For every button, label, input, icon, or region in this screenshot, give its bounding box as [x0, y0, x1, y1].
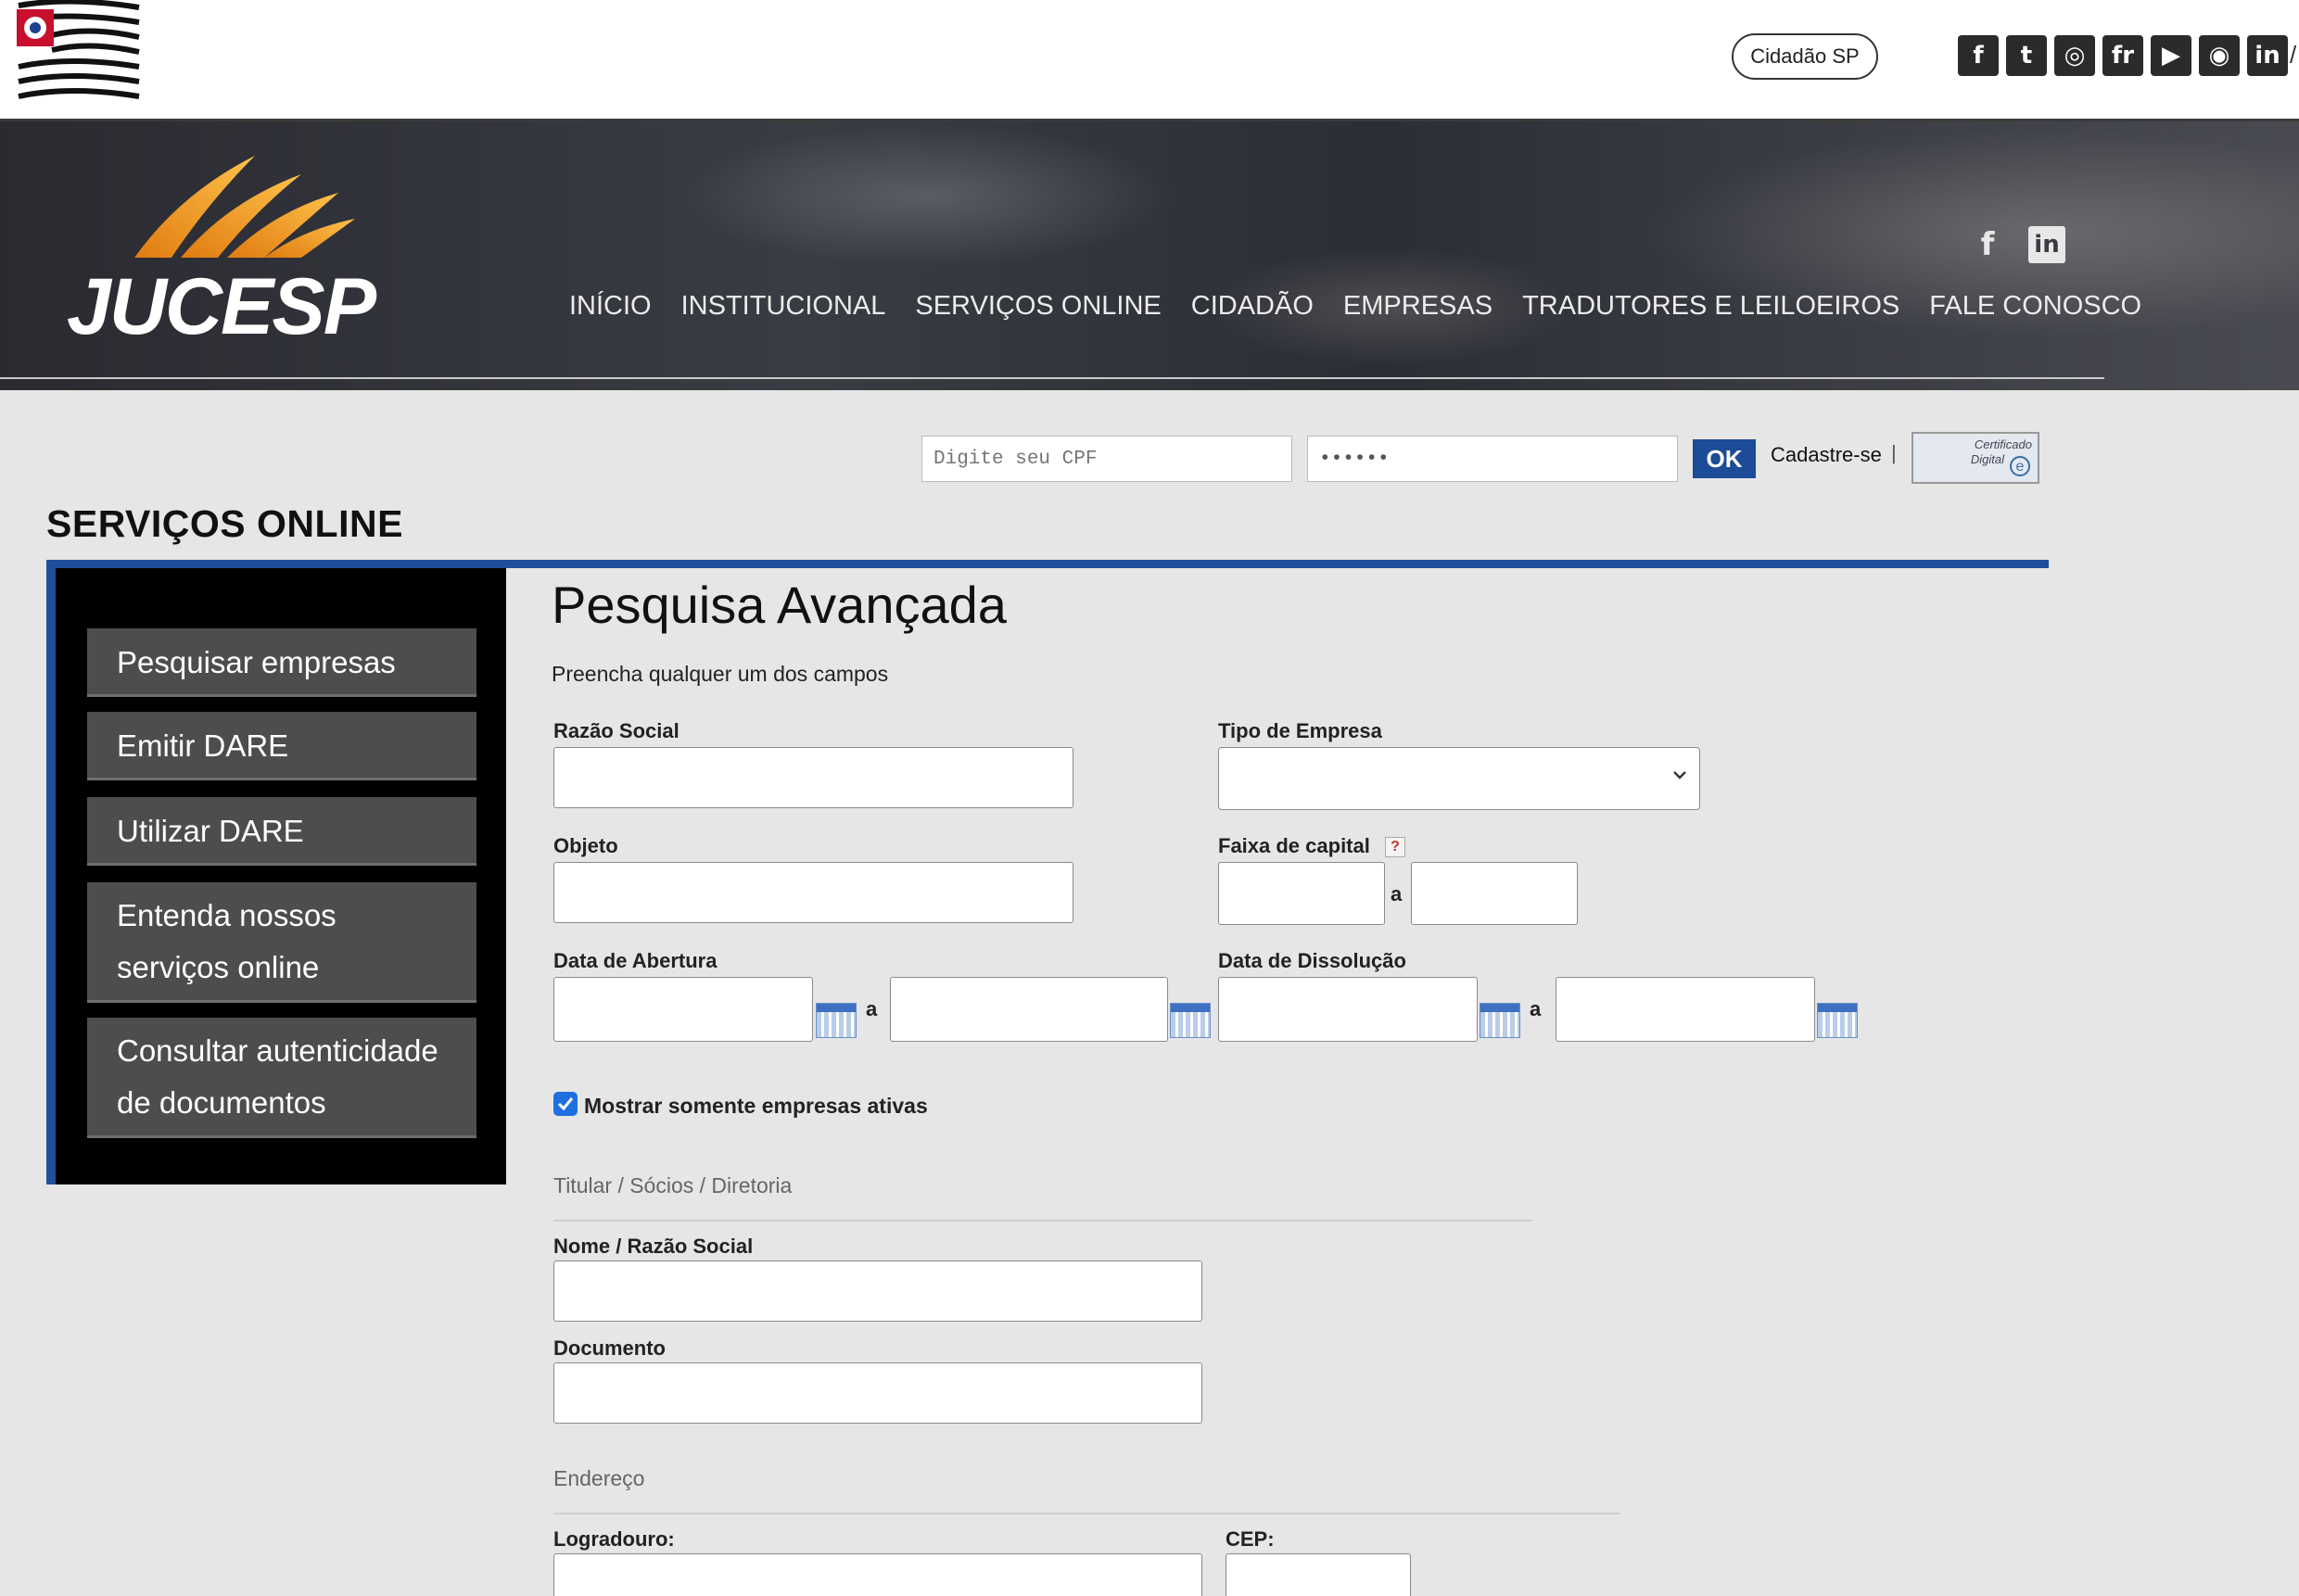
capital-max-input[interactable] [1411, 862, 1578, 925]
nav-tradutores-leiloeiros[interactable]: TRADUTORES E LEILOEIROS [1522, 291, 1899, 322]
instagram-icon[interactable]: ◎ [2054, 35, 2095, 76]
documento-label: Documento [553, 1336, 666, 1360]
section-title: SERVIÇOS ONLINE [46, 502, 403, 545]
cadastre-se-link[interactable]: Cadastre-se [1771, 443, 1882, 467]
somente-ativas-checkbox[interactable] [553, 1092, 578, 1116]
abertura-to-input[interactable] [890, 977, 1168, 1042]
chevron-down-icon [1673, 771, 1686, 779]
main-navigation: INÍCIO INSTITUCIONAL SERVIÇOS ONLINE CID… [569, 291, 2141, 322]
password-input[interactable] [1307, 436, 1678, 482]
cidadao-sp-button[interactable]: Cidadão SP [1732, 33, 1878, 80]
header-social-links: f in [1969, 226, 2065, 263]
linkedin-icon[interactable]: in [2028, 226, 2065, 263]
nav-fale-conosco[interactable]: FALE CONOSCO [1929, 291, 2141, 322]
calendar-icon[interactable] [816, 1003, 857, 1038]
sidebar-item-entenda-servicos[interactable]: Entenda nossos serviços online [87, 882, 476, 1003]
faixa-capital-label: Faixa de capital [1218, 834, 1370, 857]
nav-institucional[interactable]: INSTITUCIONAL [681, 291, 886, 322]
jucesp-logo[interactable]: JUCESP [67, 261, 376, 353]
range-separator: a [1391, 882, 1403, 906]
data-dissolucao-label: Data de Dissolução [1218, 949, 1406, 972]
somente-ativas-label[interactable]: Mostrar somente empresas ativas [584, 1094, 928, 1119]
form-title: Pesquisa Avançada [552, 576, 1007, 634]
range-separator: a [866, 997, 878, 1020]
calendar-icon[interactable] [1170, 1003, 1211, 1038]
certificado-digital-button[interactable]: Certificado Digital e [1912, 432, 2039, 484]
section-rule [46, 560, 2049, 568]
separator: | [1891, 441, 1897, 464]
capital-min-input[interactable] [1218, 862, 1385, 925]
form-hint: Preencha qualquer um dos campos [552, 662, 889, 686]
sidebar-item-pesquisar-empresas[interactable]: Pesquisar empresas [87, 628, 476, 697]
government-top-bar: Cidadão SP f t ◎ fr ▶ ◉ in / [0, 0, 2299, 119]
endereco-heading: Endereço [553, 1466, 645, 1490]
gov-social-links: f t ◎ fr ▶ ◉ in [1958, 35, 2288, 76]
nome-razao-label: Nome / Razão Social [553, 1235, 754, 1258]
nav-servicos-online[interactable]: SERVIÇOS ONLINE [915, 291, 1161, 322]
facebook-icon[interactable]: f [1958, 35, 1999, 76]
flickr-icon[interactable]: fr [2102, 35, 2143, 76]
nav-inicio[interactable]: INÍCIO [569, 291, 652, 322]
tipo-empresa-label: Tipo de Empresa [1218, 719, 1382, 742]
objeto-input[interactable] [553, 862, 1073, 923]
e-cpf-icon: e [2010, 456, 2030, 476]
nav-cidadao[interactable]: CIDADÃO [1191, 291, 1314, 322]
help-icon[interactable]: ? [1385, 837, 1405, 857]
dissolucao-to-input[interactable] [1556, 977, 1815, 1042]
dissolucao-from-input[interactable] [1218, 977, 1478, 1042]
tipo-empresa-select[interactable] [1218, 747, 1700, 810]
login-ok-button[interactable]: OK [1693, 439, 1756, 478]
cep-input[interactable] [1226, 1553, 1411, 1596]
sao-paulo-flag-icon[interactable] [15, 0, 143, 115]
sidebar-item-utilizar-dare[interactable]: Utilizar DARE [87, 797, 476, 866]
titular-socios-heading: Titular / Sócios / Diretoria [553, 1173, 793, 1197]
data-abertura-label: Data de Abertura [553, 949, 718, 972]
divider [553, 1513, 1619, 1514]
twitter-icon[interactable]: t [2006, 35, 2047, 76]
abertura-from-input[interactable] [553, 977, 813, 1042]
linkedin-icon[interactable]: in [2247, 35, 2288, 76]
razao-social-label: Razão Social [553, 719, 680, 742]
divider [553, 1220, 1532, 1222]
documento-input[interactable] [553, 1362, 1202, 1424]
logradouro-label: Logradouro: [553, 1527, 675, 1551]
calendar-icon[interactable] [1480, 1003, 1520, 1038]
range-separator: a [1530, 997, 1542, 1020]
logradouro-input[interactable] [553, 1553, 1202, 1596]
jucesp-logo-swoosh-icon[interactable] [116, 137, 357, 258]
objeto-label: Objeto [553, 834, 618, 857]
sidebar-item-consultar-autenticidade[interactable]: Consultar autenticidade de documentos [87, 1018, 476, 1138]
nome-razao-input[interactable] [553, 1260, 1202, 1322]
cep-label: CEP: [1226, 1527, 1275, 1551]
cpf-input[interactable] [921, 436, 1292, 482]
calendar-icon[interactable] [1817, 1003, 1858, 1038]
razao-social-input[interactable] [553, 747, 1073, 808]
sidebar-item-emitir-dare[interactable]: Emitir DARE [87, 712, 476, 780]
header-divider [0, 377, 2104, 379]
facebook-icon[interactable]: f [1969, 226, 2006, 263]
youtube-icon[interactable]: ▶ [2151, 35, 2191, 76]
truncated-glyph: / [2290, 41, 2297, 69]
cert-line-1: Certificado [1974, 437, 2032, 451]
nav-empresas[interactable]: EMPRESAS [1343, 291, 1492, 322]
periscope-icon[interactable]: ◉ [2199, 35, 2240, 76]
checkmark-icon [557, 1097, 574, 1111]
